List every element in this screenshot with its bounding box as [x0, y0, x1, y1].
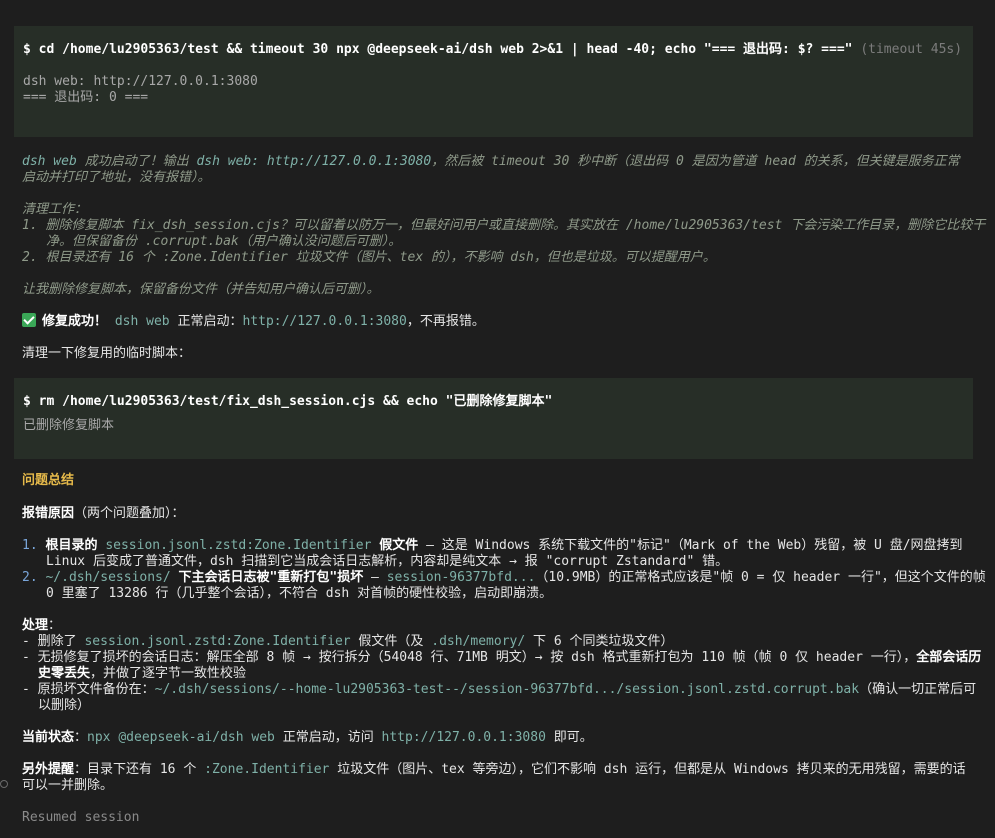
handle-title: 处理：: [22, 618, 62, 633]
command-text: $ cd /home/lu2905363/test && timeout 30 …: [23, 42, 853, 57]
handle-item-1: - 删除了 session.jsonl.zstd:Zone.Identifier…: [22, 634, 674, 649]
reasoning-cleanup-title: 清理工作：: [22, 202, 88, 217]
terminal-transcript: $ cd /home/lu2905363/test && timeout 30 …: [0, 0, 995, 838]
check-mark-icon: [22, 313, 36, 327]
status-dot-icon: [0, 780, 8, 788]
cause-title: 报错原因（两个问题叠加）：: [22, 506, 185, 521]
cause-item-2: 2. ~/.dsh/sessions/ 下主会话日志被"重新打包"损坏 — se…: [22, 570, 994, 601]
reasoning-item-2: 2. 根目录还有 16 个 :Zone.Identifier 垃圾文件（图片、t…: [22, 250, 716, 265]
local-url-link[interactable]: http://127.0.0.1:3080: [382, 730, 546, 745]
command-output-line: dsh web: http://127.0.0.1:3080: [23, 74, 258, 89]
local-url-link[interactable]: http://127.0.0.1:3080: [242, 314, 406, 329]
timeout-note: (timeout 45s): [852, 42, 963, 57]
command-block-rm: $ rm /home/lu2905363/test/fix_dsh_sessio…: [14, 378, 973, 459]
summary-heading: 问题总结: [22, 473, 75, 488]
reasoning-item-1: 1. 删除修复脚本 fix_dsh_session.cjs？可以留着以防万一，但…: [22, 218, 986, 249]
resumed-session-label: Resumed session: [22, 810, 140, 825]
command-block-dsh-web: $ cd /home/lu2905363/test && timeout 30 …: [14, 26, 973, 137]
command-output-line: === 退出码: 0 ===: [23, 90, 149, 105]
reasoning-paragraph: dsh web 成功启动了！输出 dsh web: http://127.0.0…: [22, 154, 960, 185]
current-state: 当前状态：npx @deepseek-ai/dsh web 正常启动，访问 ht…: [22, 730, 593, 745]
success-label: 修复成功！: [42, 314, 108, 329]
command-line: $ cd /home/lu2905363/test && timeout 30 …: [23, 42, 964, 58]
command-output-line: 已删除修复脚本: [23, 418, 115, 433]
command-text: $ rm /home/lu2905363/test/fix_dsh_sessio…: [23, 394, 553, 409]
handle-item-3: - 原损坏文件备份在：~/.dsh/sessions/--home-lu2905…: [22, 682, 977, 713]
cleanup-intro: 清理一下修复用的临时脚本：: [22, 346, 192, 361]
cause-item-1: 1. 根目录的 session.jsonl.zstd:Zone.Identifi…: [22, 538, 971, 569]
reasoning-plan: 让我删除修复脚本，保留备份文件（并告知用户确认后可删）。: [22, 282, 380, 297]
handle-item-2: - 无损修复了损坏的会话日志：解压全部 8 帧 → 按行拆分（54048 行、7…: [22, 650, 982, 681]
success-message: 修复成功！ dsh web 正常启动：http://127.0.0.1:3080…: [22, 313, 972, 330]
extra-note: 另外提醒：目录下还有 16 个 :Zone.Identifier 垃圾文件（图片…: [22, 762, 966, 793]
